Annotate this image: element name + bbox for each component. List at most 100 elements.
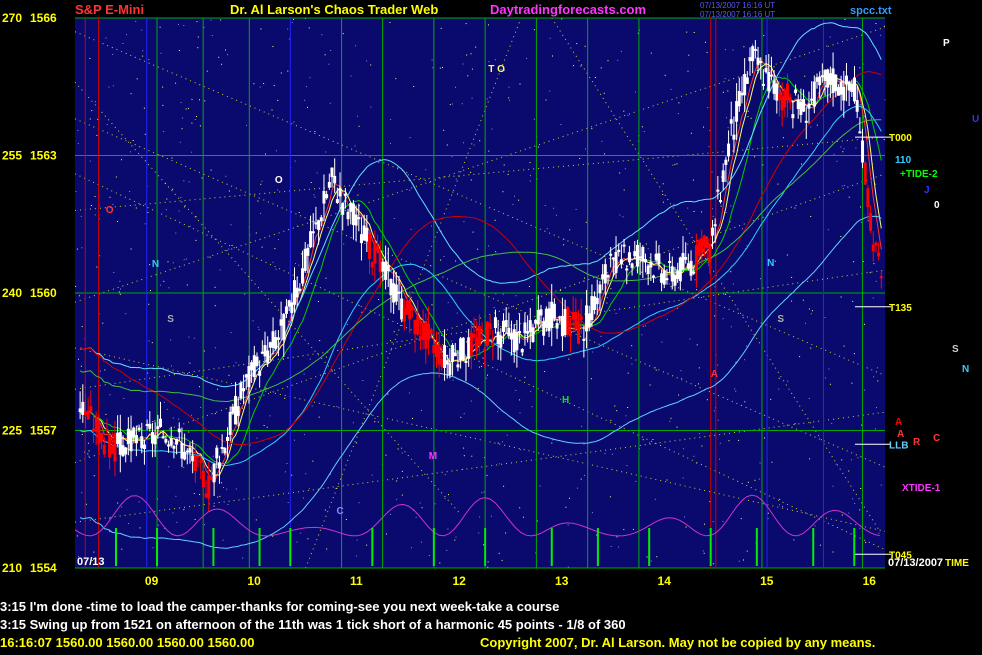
overlay-label: 110 (895, 155, 912, 166)
grid-dot (358, 304, 360, 306)
grid-dot (197, 36, 199, 38)
bar-body (834, 74, 838, 92)
bar-body (579, 316, 583, 320)
overlay-label: C (933, 433, 940, 444)
bar-body (826, 69, 830, 88)
grid-dot (112, 53, 114, 55)
grid-dot (227, 504, 229, 505)
grid-dot (275, 268, 277, 270)
grid-dot (603, 92, 605, 94)
grid-dot (91, 110, 93, 112)
grid-dot (767, 518, 769, 520)
bar-body (292, 280, 296, 305)
grid-dot (841, 514, 843, 516)
grid-dot (401, 452, 403, 454)
grid-dot (421, 541, 422, 543)
grid-dot (694, 279, 696, 281)
grid-dot (727, 90, 729, 92)
bar-body (844, 75, 848, 85)
bar-body (234, 395, 238, 425)
grid-dot (277, 99, 279, 101)
footer-quote: 16:16:07 1560.00 1560.00 1560.00 1560.00 (0, 635, 255, 650)
grid-dot (747, 110, 749, 112)
grid-dot (196, 116, 197, 117)
grid-dot (188, 181, 190, 183)
bar-body (209, 477, 213, 480)
grid-dot (625, 415, 627, 417)
grid-dot (119, 293, 121, 295)
grid-dot (738, 439, 740, 441)
bar-body (244, 374, 248, 378)
grid-dot (148, 59, 150, 60)
bar-body (641, 246, 645, 262)
grid-dot (200, 406, 202, 408)
time-tick-label: 13 (555, 574, 569, 588)
grid-dot (173, 443, 175, 445)
grid-dot (810, 126, 812, 128)
grid-dot (142, 50, 144, 52)
grid-dot (298, 264, 300, 266)
grid-dot (712, 563, 714, 565)
grid-dot (358, 502, 360, 504)
grid-dot (490, 515, 492, 517)
grid-dot (860, 488, 862, 489)
grid-dot (650, 52, 652, 54)
grid-dot (451, 156, 453, 158)
grid-dot (576, 43, 578, 45)
grid-dot (125, 313, 127, 315)
grid-dot (687, 70, 689, 72)
grid-dot (809, 458, 811, 460)
bar-body (863, 162, 867, 185)
bar-body (839, 81, 843, 95)
grid-dot (875, 280, 877, 282)
bar-body (185, 450, 189, 453)
bar-body (488, 323, 492, 327)
grid-dot (498, 552, 500, 554)
bar-body (491, 342, 495, 345)
grid-dot (642, 439, 644, 441)
grid-dot (342, 33, 344, 35)
bar-body (544, 308, 548, 328)
bar-body (137, 427, 141, 430)
grid-dot (121, 506, 123, 508)
grid-dot (528, 286, 530, 287)
bar-body (820, 75, 824, 78)
grid-dot (358, 125, 360, 127)
grid-dot (326, 548, 328, 550)
bar-body (633, 251, 637, 257)
bar-body (563, 308, 567, 336)
grid-dot (470, 400, 472, 402)
overlay-label: 0 (934, 200, 940, 211)
grid-dot (157, 524, 159, 526)
site-label: Daytradingforecasts.com (490, 2, 646, 17)
grid-dot (172, 512, 174, 514)
grid-dot (135, 20, 137, 22)
grid-dot (366, 544, 368, 546)
bar-body (381, 261, 385, 272)
grid-dot (708, 146, 710, 148)
grid-dot (294, 439, 295, 441)
grid-dot (568, 358, 570, 360)
grid-dot (355, 555, 357, 557)
bar-body (649, 262, 653, 268)
grid-dot (791, 276, 793, 278)
grid-dot (708, 264, 710, 266)
grid-dot (701, 211, 702, 213)
grid-dot (176, 521, 178, 523)
grid-dot (717, 419, 719, 421)
grid-dot (647, 248, 649, 250)
bar-body (526, 331, 530, 334)
grid-dot (150, 290, 151, 292)
bar-body (397, 291, 401, 294)
grid-dot (112, 85, 114, 87)
grid-dot (81, 492, 83, 494)
grid-dot (366, 60, 368, 62)
bar-body (384, 261, 388, 280)
overlay-label: S (777, 314, 784, 325)
grid-dot (556, 214, 557, 216)
grid-dot (669, 420, 671, 422)
grid-dot (294, 160, 296, 162)
grid-dot (854, 503, 856, 504)
grid-dot (440, 27, 442, 29)
grid-dot (754, 479, 756, 481)
